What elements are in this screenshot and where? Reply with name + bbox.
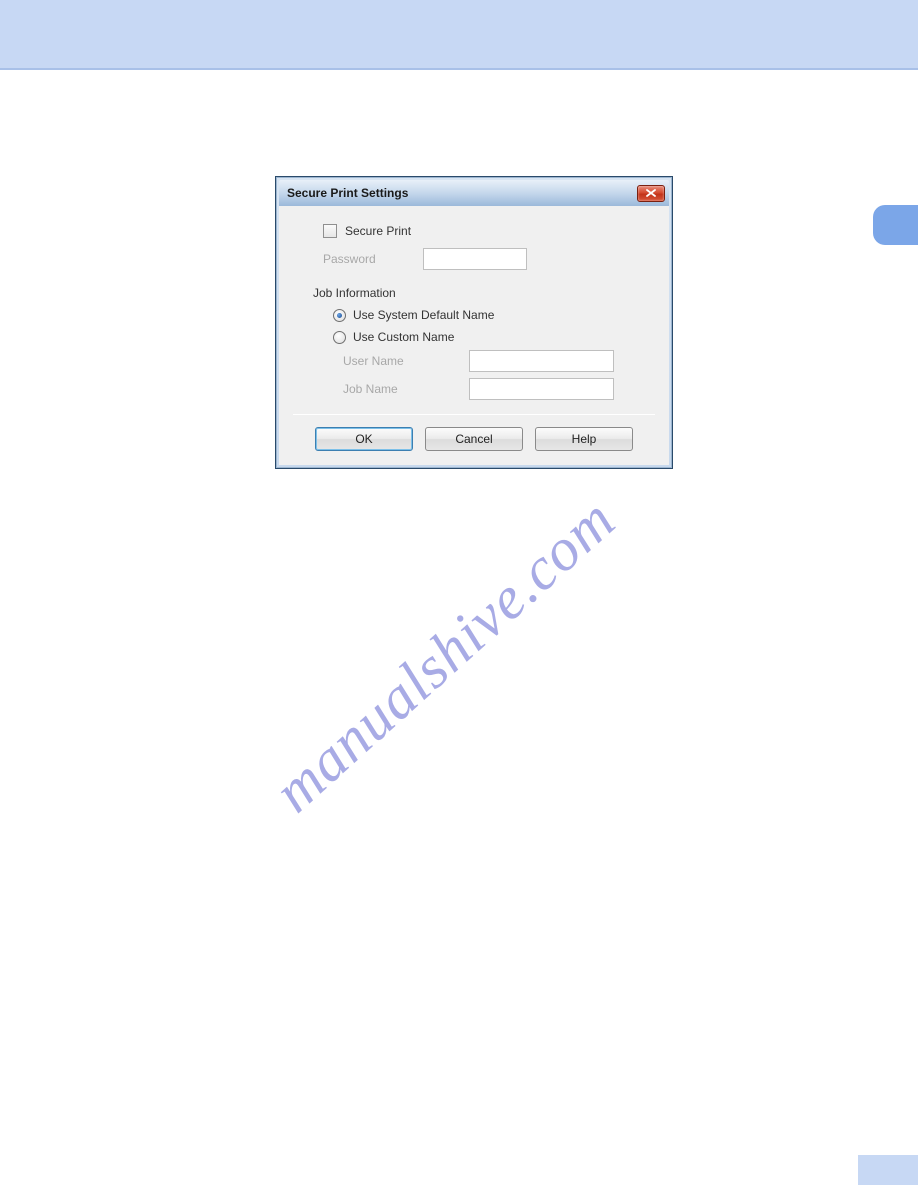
- user-name-row: User Name: [299, 350, 649, 372]
- close-button[interactable]: [637, 185, 665, 202]
- page-top-banner: [0, 0, 918, 70]
- ok-button[interactable]: OK: [315, 427, 413, 451]
- password-input[interactable]: [423, 248, 527, 270]
- page-footer-block: [858, 1155, 918, 1185]
- radio-default-row: Use System Default Name: [299, 308, 649, 322]
- secure-print-checkbox[interactable]: [323, 224, 337, 238]
- radio-custom[interactable]: [333, 331, 346, 344]
- radio-custom-label: Use Custom Name: [353, 330, 454, 344]
- radio-custom-row: Use Custom Name: [299, 330, 649, 344]
- page-side-tab: [873, 205, 918, 245]
- button-row: OK Cancel Help: [299, 427, 649, 451]
- job-info-heading-row: Job Information: [299, 286, 649, 300]
- close-icon: [646, 189, 656, 197]
- dialog-titlebar: Secure Print Settings: [279, 180, 669, 206]
- cancel-button[interactable]: Cancel: [425, 427, 523, 451]
- dialog-title: Secure Print Settings: [287, 186, 408, 200]
- watermark-text: manualshive.com: [261, 484, 629, 825]
- secure-print-row: Secure Print: [299, 224, 649, 238]
- user-name-label: User Name: [343, 354, 469, 368]
- secure-print-label: Secure Print: [345, 224, 411, 238]
- job-name-row: Job Name: [299, 378, 649, 400]
- job-info-label: Job Information: [313, 286, 396, 300]
- radio-default[interactable]: [333, 309, 346, 322]
- password-label: Password: [323, 252, 423, 266]
- radio-dot-icon: [337, 313, 342, 318]
- radio-default-label: Use System Default Name: [353, 308, 494, 322]
- help-button[interactable]: Help: [535, 427, 633, 451]
- job-name-label: Job Name: [343, 382, 469, 396]
- dialog-body: Secure Print Password Job Information Us…: [279, 206, 669, 465]
- user-name-input[interactable]: [469, 350, 614, 372]
- secure-print-dialog: Secure Print Settings Secure Print Passw…: [275, 176, 673, 469]
- separator: [293, 414, 655, 415]
- job-name-input[interactable]: [469, 378, 614, 400]
- password-row: Password: [299, 248, 649, 270]
